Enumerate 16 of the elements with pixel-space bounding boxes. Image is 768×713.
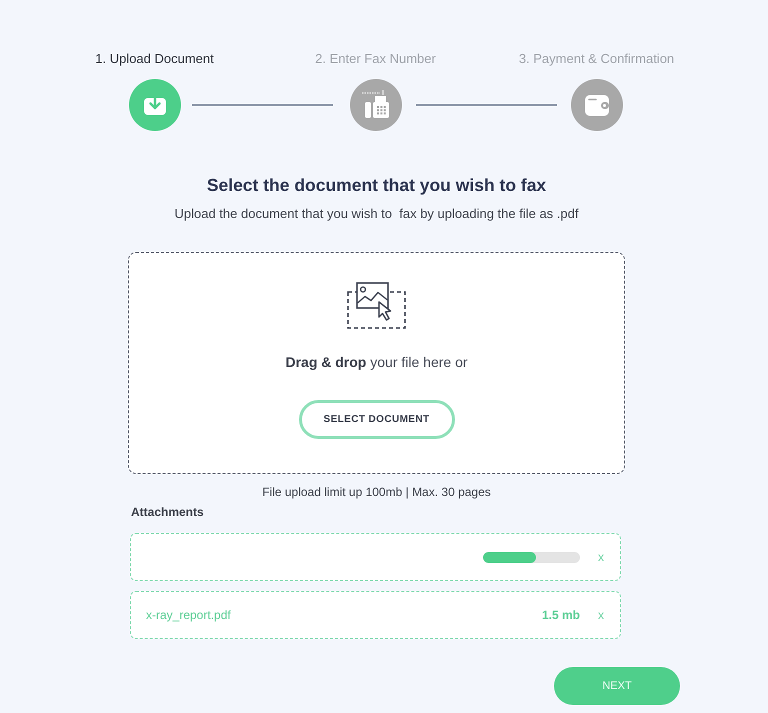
subtitle-text: Upload the document that you wish to fax by uploading the file as .pdf (174, 205, 578, 223)
select-document-button[interactable]: SELECT DOCUMENT (298, 400, 454, 439)
step-label: 2. Enter Fax Number (314, 50, 437, 68)
page-heading: Select the document that you wish to fax (206, 174, 546, 197)
drop-zone[interactable]: Drag & drop your file here or SELECT DOCUMENT (128, 252, 625, 474)
file-name: x-ray_report.pdf (146, 608, 232, 622)
drop-prompt-text: Drag & drop your file here or (285, 353, 468, 371)
attachments-title: Attachments (131, 504, 204, 520)
remove-button[interactable]: x (596, 550, 606, 564)
image-cursor-icon (347, 282, 406, 330)
next-button[interactable]: NEXT (554, 667, 680, 705)
step-label: 3. Payment & Confirmation (518, 50, 676, 68)
upload-limit-text: File upload limit up 100mb | Max. 30 pages (261, 484, 492, 500)
step-label: 1. Upload Document (94, 50, 215, 68)
file-size: 1.5 mb (542, 608, 580, 622)
remove-button[interactable]: x (596, 608, 606, 622)
